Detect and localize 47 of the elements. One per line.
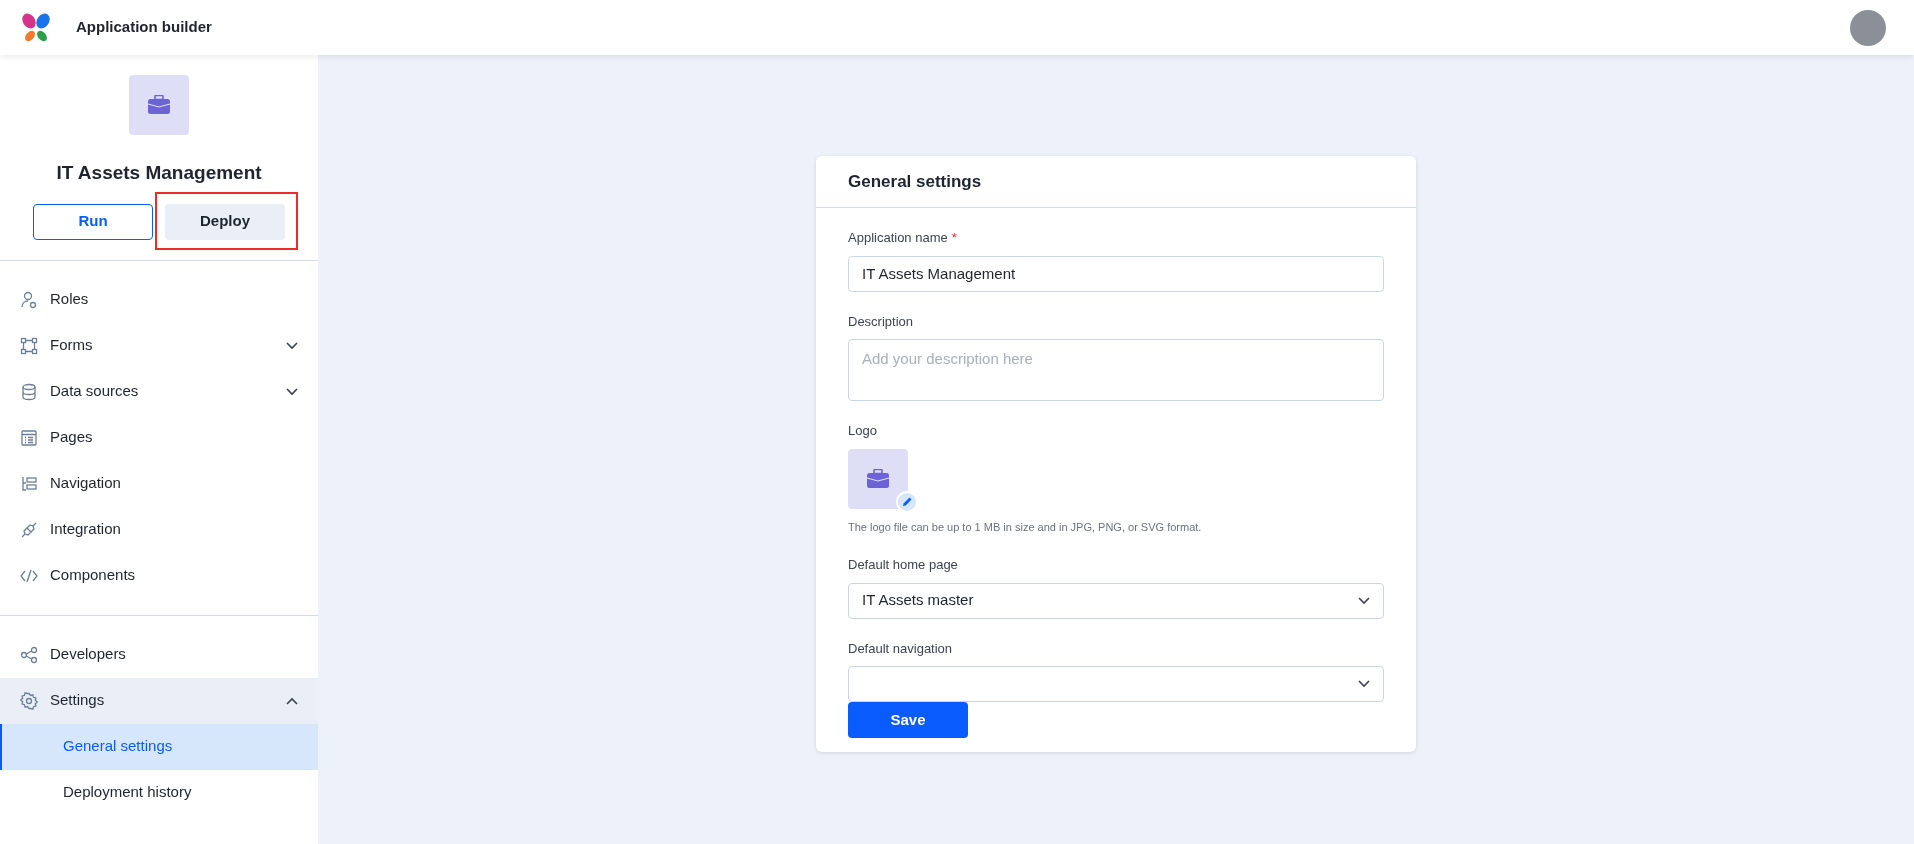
sidebar-subitem[interactable]: General settings [0,723,318,770]
sidebar-item[interactable]: Developers [0,631,318,678]
sidebar-subitem[interactable]: Deployment history [0,769,318,816]
card-title: General settings [848,170,982,193]
chevron-icon [1358,596,1370,605]
chevron-icon [286,696,298,705]
field-label: Logo [848,422,878,440]
briefcase-icon [147,95,171,115]
sidebar-item[interactable]: Pages [0,414,318,461]
logo-hint: The logo file can be up to 1 MB in size and in JPG, PNG, or SVG format. [848,519,1203,535]
app-action-button[interactable]: Deploy [165,203,285,240]
field-label: Default home page [848,556,959,574]
logo-icon [20,12,52,43]
sidebar-item[interactable]: Navigation [0,460,318,507]
sidebar-item[interactable]: Settings [0,677,318,724]
field-label: Default navigation [848,639,954,658]
sidebar-item[interactable]: Data sources [0,368,318,415]
tree-icon [20,474,38,493]
select-field[interactable]: IT Assets master [848,582,1384,619]
select-field[interactable] [848,666,1384,702]
page-icon [20,428,38,447]
database-icon [20,382,38,401]
user-icon [20,290,38,309]
save-button[interactable]: Save [848,702,968,738]
sidebar-item[interactable]: Forms [0,322,318,369]
avatar[interactable] [1850,9,1886,46]
chevron-icon [1358,680,1370,688]
app-title: Application builder [76,17,212,38]
pencil-icon [901,496,913,507]
briefcase-icon [866,468,890,489]
description-field[interactable]: Add your description here [848,339,1384,401]
sidebar-item[interactable]: Roles [0,276,318,323]
field-label: Description [848,312,915,331]
app-action-button[interactable]: Run [33,203,153,240]
plug-icon [20,520,38,539]
chevron-icon [286,341,298,350]
input-field[interactable]: IT Assets Management [848,255,1384,292]
chevron-icon [286,387,298,396]
sidebar-item[interactable]: Integration [0,506,318,553]
sidebar-item[interactable]: Components [0,552,318,599]
logo-preview[interactable] [848,448,908,509]
app-name: IT Assets Management [56,161,262,185]
frame-icon [20,336,38,355]
settings-icon [20,691,38,710]
share-icon [20,645,38,664]
field-label: Application name [848,229,948,247]
required-mark: * [951,229,957,247]
